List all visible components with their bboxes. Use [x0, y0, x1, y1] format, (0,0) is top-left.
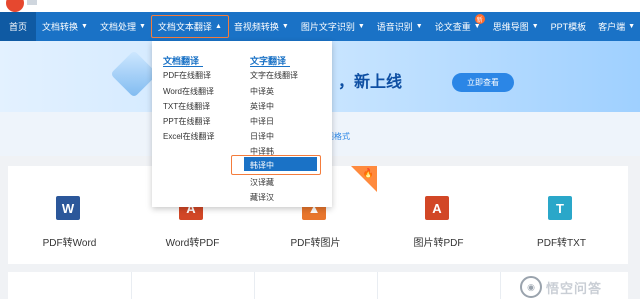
nav-client[interactable]: 客户端 ▼	[592, 12, 640, 41]
active-highlight	[150, 15, 229, 38]
nav-ocr-label: 图片文字识别	[300, 22, 355, 32]
card-label: Word转PDF	[165, 238, 220, 249]
selected-item-highlight	[231, 155, 321, 175]
dropdown-item[interactable]: Excel在线翻译	[163, 131, 215, 142]
divider	[500, 272, 501, 299]
nav-doc-convert[interactable]: 文档转换 ▼	[36, 12, 94, 41]
nav-mindmap[interactable]: 思维导图 ▼	[487, 12, 545, 41]
pdf-icon: A	[425, 196, 449, 220]
new-badge: 新	[474, 14, 485, 24]
word-icon: W	[56, 196, 80, 220]
banner-view-button[interactable]: 立即查看	[452, 73, 514, 92]
dropdown-item[interactable]: 汉译藏	[250, 177, 274, 188]
col1-underline	[163, 66, 203, 67]
watermark-text: 悟空问答	[546, 280, 603, 296]
nav-av-convert[interactable]: 音视频转换 ▼	[228, 12, 295, 41]
chevron-down-icon: ▼	[531, 23, 539, 30]
dropdown-item[interactable]: 日译中	[250, 131, 274, 142]
card-image-to-pdf[interactable]: A 图片转PDF	[377, 166, 501, 264]
nav-speech[interactable]: 语音识别 ▼	[371, 12, 429, 41]
nav-translate[interactable]: 文档文本翻译 ▲	[150, 12, 229, 41]
nav-ppt-label: PPT模板	[550, 22, 587, 32]
nav-av-convert-label: 音视频转换	[233, 22, 279, 32]
chevron-down-icon: ▼	[138, 23, 146, 30]
dropdown-item[interactable]: 中译英	[250, 86, 274, 97]
txt-icon: T	[548, 196, 572, 220]
banner-headline: ，新上线	[338, 74, 403, 91]
divider	[254, 272, 255, 299]
wukong-logo-icon: ◉	[520, 276, 542, 298]
dropdown-item[interactable]: PPT在线翻译	[163, 116, 211, 127]
chevron-down-icon: ▼	[628, 23, 636, 30]
dropdown-item[interactable]: 中译日	[250, 116, 274, 127]
watermark: ◉ 悟空问答	[520, 276, 632, 298]
nav-speech-label: 语音识别	[376, 22, 413, 32]
nav-ppt[interactable]: PPT模板	[545, 12, 593, 41]
site-logo-text	[27, 0, 37, 5]
dropdown-item[interactable]: 藏译汉	[250, 192, 274, 203]
card-label: 图片转PDF	[413, 238, 464, 249]
card-label: PDF转TXT	[537, 238, 586, 249]
nav-doc-convert-label: 文档转换	[42, 22, 79, 32]
dropdown-item[interactable]: 英译中	[250, 101, 274, 112]
chevron-down-icon: ▼	[473, 23, 481, 30]
nav-home[interactable]: 首页	[0, 12, 37, 41]
divider	[131, 272, 132, 299]
card-label: PDF转Word	[42, 238, 97, 249]
card-pdf-to-word[interactable]: W PDF转Word	[8, 166, 132, 264]
nav-ocr[interactable]: 图片文字识别 ▼	[295, 12, 371, 41]
nav-doc-process[interactable]: 文档处理 ▼	[94, 12, 152, 41]
chevron-down-icon: ▼	[415, 23, 423, 30]
card-pdf-to-txt[interactable]: T PDF转TXT	[500, 166, 623, 264]
flame-icon: 🔥	[362, 168, 374, 178]
dropdown-item[interactable]: Word在线翻译	[163, 86, 214, 97]
dropdown-item[interactable]: 文字在线翻译	[250, 70, 298, 81]
nav-doc-process-label: 文档处理	[99, 22, 136, 32]
nav-mindmap-label: 思维导图	[492, 22, 529, 32]
dropdown-item[interactable]: TXT在线翻译	[163, 101, 210, 112]
divider	[377, 272, 378, 299]
main-navbar: 首页 文档转换 ▼ 文档处理 ▼ 文档文本翻译 ▲ 音视频转换 ▼ 图片文字识别 ▼ 语音…	[0, 12, 640, 41]
top-strip	[0, 0, 640, 12]
col2-underline	[250, 66, 290, 67]
chevron-down-icon: ▼	[281, 23, 289, 30]
chevron-down-icon: ▼	[81, 23, 88, 30]
nav-home-label: 首页	[9, 22, 28, 32]
nav-plagiarism-label: 论文查重	[434, 22, 471, 32]
card-label: PDF转图片	[290, 238, 341, 249]
dropdown-item[interactable]: PDF在线翻译	[163, 70, 211, 81]
nav-client-label: 客户端	[598, 22, 626, 32]
nav-plagiarism[interactable]: 论文查重 ▼ 新	[429, 12, 487, 41]
chevron-down-icon: ▼	[357, 23, 365, 30]
